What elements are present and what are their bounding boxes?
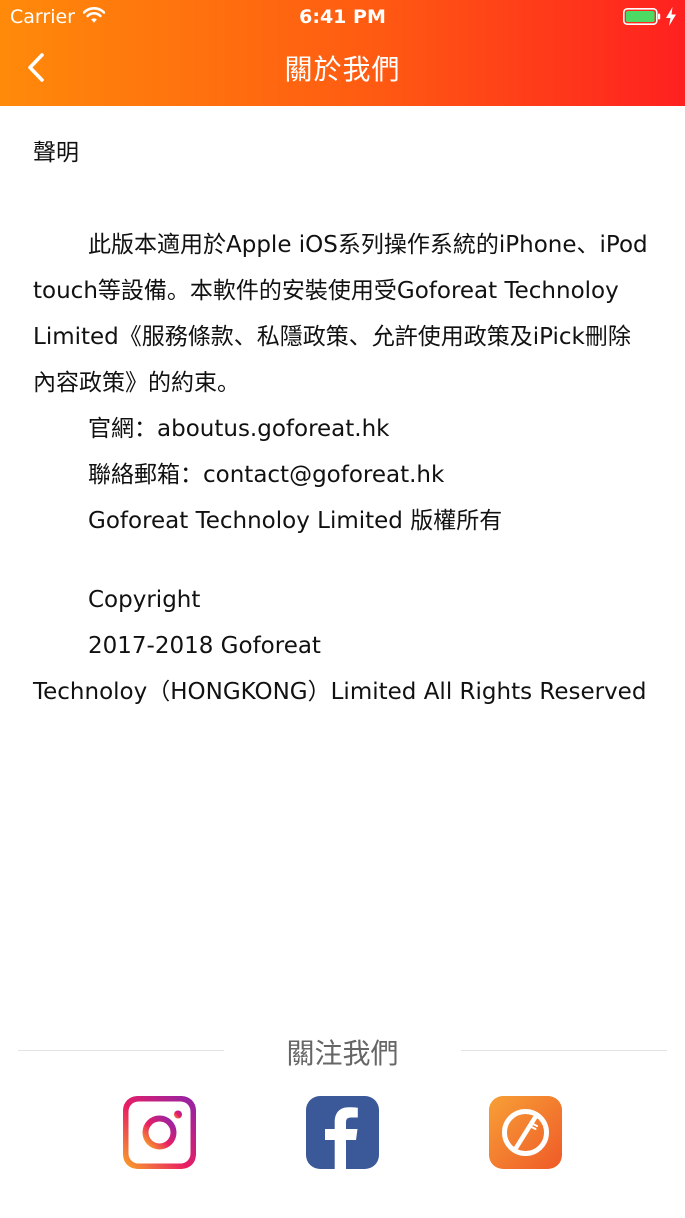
status-bar: Carrier 6:41 PM (0, 0, 685, 34)
follow-us-section: 關注我們 (0, 1030, 685, 1210)
instagram-button[interactable] (123, 1096, 196, 1169)
statement-paragraph: 此版本適用於Apple iOS系列操作系統的iPhone、iPod touch等… (33, 232, 648, 396)
goforeat-button[interactable] (489, 1096, 562, 1169)
goforeat-icon (489, 1096, 562, 1169)
copyright-company: Technoloy（HONGKONG）Limited All Rights Re… (33, 679, 647, 705)
rights-line: Goforeat Technoloy Limited 版權所有 (88, 508, 503, 534)
copyright-label: Copyright (88, 587, 201, 613)
divider-right (461, 1050, 667, 1051)
nav-bar: 關於我們 (0, 34, 685, 106)
charging-bolt-icon (665, 7, 677, 26)
header: Carrier 6:41 PM 關於我們 (0, 0, 685, 106)
instagram-icon (123, 1096, 196, 1169)
email-line[interactable]: 聯絡郵箱：contact@goforeat.hk (33, 452, 648, 498)
battery-icon (623, 8, 661, 25)
facebook-button[interactable] (306, 1096, 379, 1169)
follow-us-label: 關注我們 (286, 1037, 399, 1070)
copyright-years: 2017-2018 Goforeat (88, 633, 321, 659)
section-title: 聲明 (33, 140, 79, 166)
website-line[interactable]: 官網：aboutus.goforeat.hk (33, 406, 648, 452)
page-title: 關於我們 (284, 53, 401, 86)
facebook-icon (306, 1096, 379, 1169)
statement-content: 聲明 此版本適用於Apple iOS系列操作系統的iPhone、iPod tou… (33, 130, 648, 715)
status-time: 6:41 PM (299, 6, 386, 28)
